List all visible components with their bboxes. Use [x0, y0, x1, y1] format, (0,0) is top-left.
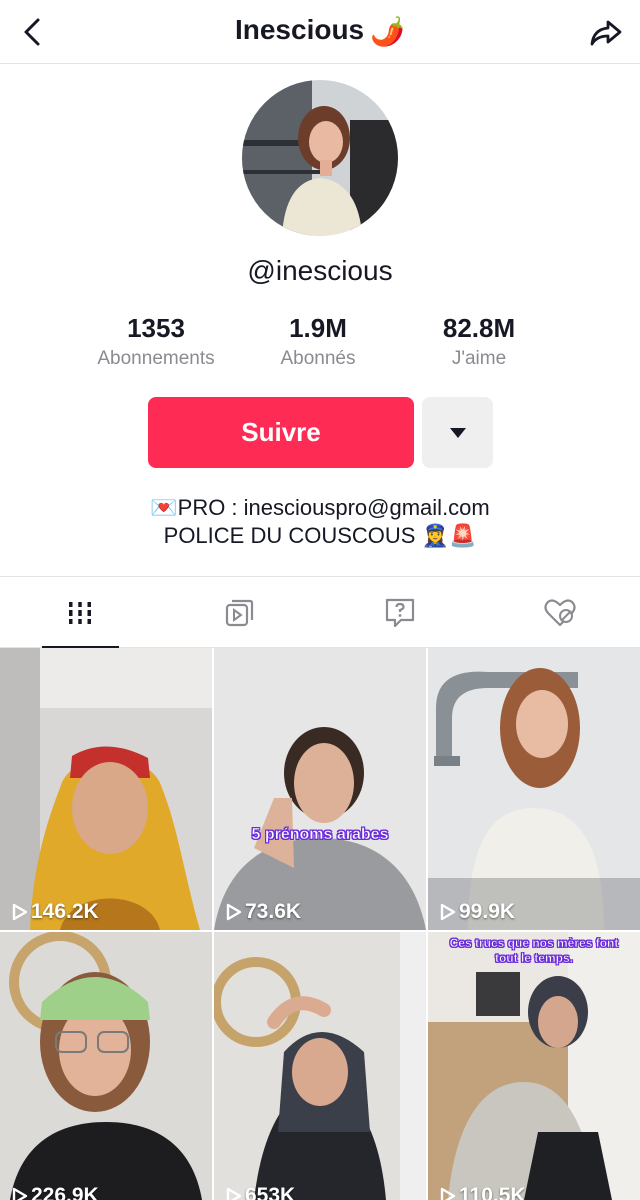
- avatar[interactable]: [242, 80, 398, 236]
- followers-label: Abonnés: [280, 348, 356, 369]
- view-count: 653K: [226, 1184, 295, 1200]
- play-icon: [440, 1187, 456, 1200]
- bio: 💌PRO : inesciouspro@gmail.com POLICE DU …: [0, 494, 640, 550]
- play-icon: [440, 903, 456, 921]
- following-count: 1353: [127, 313, 185, 343]
- tab-reposts[interactable]: [160, 577, 320, 648]
- view-count: 146.2K: [12, 900, 99, 924]
- tab-questions[interactable]: [320, 577, 480, 648]
- view-count-label: 73.6K: [245, 900, 302, 923]
- video-grid: 146.2K 5 prénoms arabes 73.6K 99.9K 226.…: [0, 648, 640, 1200]
- tab-videos[interactable]: [0, 577, 160, 649]
- bio-tagline: POLICE DU COUSCOUS 👮‍♀️🚨: [163, 523, 477, 548]
- view-count-label: 226.9K: [31, 1184, 99, 1200]
- liked-hidden-icon: [544, 598, 576, 626]
- profile-tabs: [0, 576, 640, 649]
- video-thumbnail-image: [0, 648, 212, 930]
- video-thumbnail[interactable]: 226.9K: [0, 932, 212, 1200]
- question-icon: [385, 598, 415, 627]
- play-icon: [226, 903, 242, 921]
- play-icon: [226, 1187, 242, 1200]
- video-thumbnail-image: [428, 648, 640, 930]
- play-icon: [12, 1187, 28, 1200]
- video-caption-overlay: Ces trucs que nos mères font tout le tem…: [449, 936, 619, 966]
- video-thumbnail-image: [214, 648, 426, 930]
- following-stat[interactable]: 1353 Abonnements: [66, 312, 246, 372]
- video-thumbnail[interactable]: 653K: [214, 932, 426, 1200]
- profile-display-name: Inescious: [234, 14, 365, 45]
- avatar-photo: [242, 80, 398, 236]
- video-thumbnail[interactable]: 5 prénoms arabes 73.6K: [214, 648, 426, 930]
- following-label: Abonnements: [97, 348, 215, 369]
- username: @inescious: [247, 255, 393, 286]
- follow-button[interactable]: Suivre: [148, 397, 414, 468]
- grid-icon: [69, 601, 91, 624]
- followers-stat[interactable]: 1.9M Abonnés: [228, 312, 408, 372]
- bio-contact-line: 💌PRO : inesciouspro@gmail.com: [150, 495, 490, 520]
- repost-icon: [225, 599, 254, 626]
- video-thumbnail-image: [214, 932, 426, 1200]
- likes-count: 82.8M: [442, 313, 516, 343]
- page-title: Inescious 🌶️: [0, 12, 640, 50]
- video-thumbnail[interactable]: 99.9K: [428, 648, 640, 930]
- video-thumbnail-image: [0, 932, 212, 1200]
- likes-stat[interactable]: 82.8M J'aime: [389, 312, 569, 372]
- tab-liked[interactable]: [480, 577, 640, 648]
- view-count: 110.5K: [440, 1184, 526, 1200]
- share-button[interactable]: [588, 14, 624, 50]
- top-bar: Inescious 🌶️: [0, 0, 640, 64]
- triangle-down-icon: [449, 427, 466, 438]
- followers-count: 1.9M: [289, 313, 347, 343]
- view-count-label: 99.9K: [459, 900, 516, 923]
- view-count: 226.9K: [12, 1184, 99, 1200]
- suggestions-dropdown-button[interactable]: [422, 397, 493, 468]
- view-count-label: 653K: [245, 1184, 296, 1200]
- likes-label: J'aime: [451, 348, 507, 369]
- share-icon: [590, 20, 622, 46]
- play-icon: [12, 903, 28, 921]
- view-count: 73.6K: [226, 900, 301, 924]
- view-count-label: 110.5K: [459, 1184, 526, 1200]
- chili-emoji: 🌶️: [370, 15, 406, 47]
- video-thumbnail[interactable]: 146.2K: [0, 648, 212, 930]
- video-thumbnail-image: [428, 932, 640, 1200]
- view-count-label: 146.2K: [31, 900, 99, 923]
- video-thumbnail[interactable]: Ces trucs que nos mères font tout le tem…: [428, 932, 640, 1200]
- video-caption-overlay: 5 prénoms arabes: [251, 826, 389, 844]
- view-count: 99.9K: [440, 900, 515, 924]
